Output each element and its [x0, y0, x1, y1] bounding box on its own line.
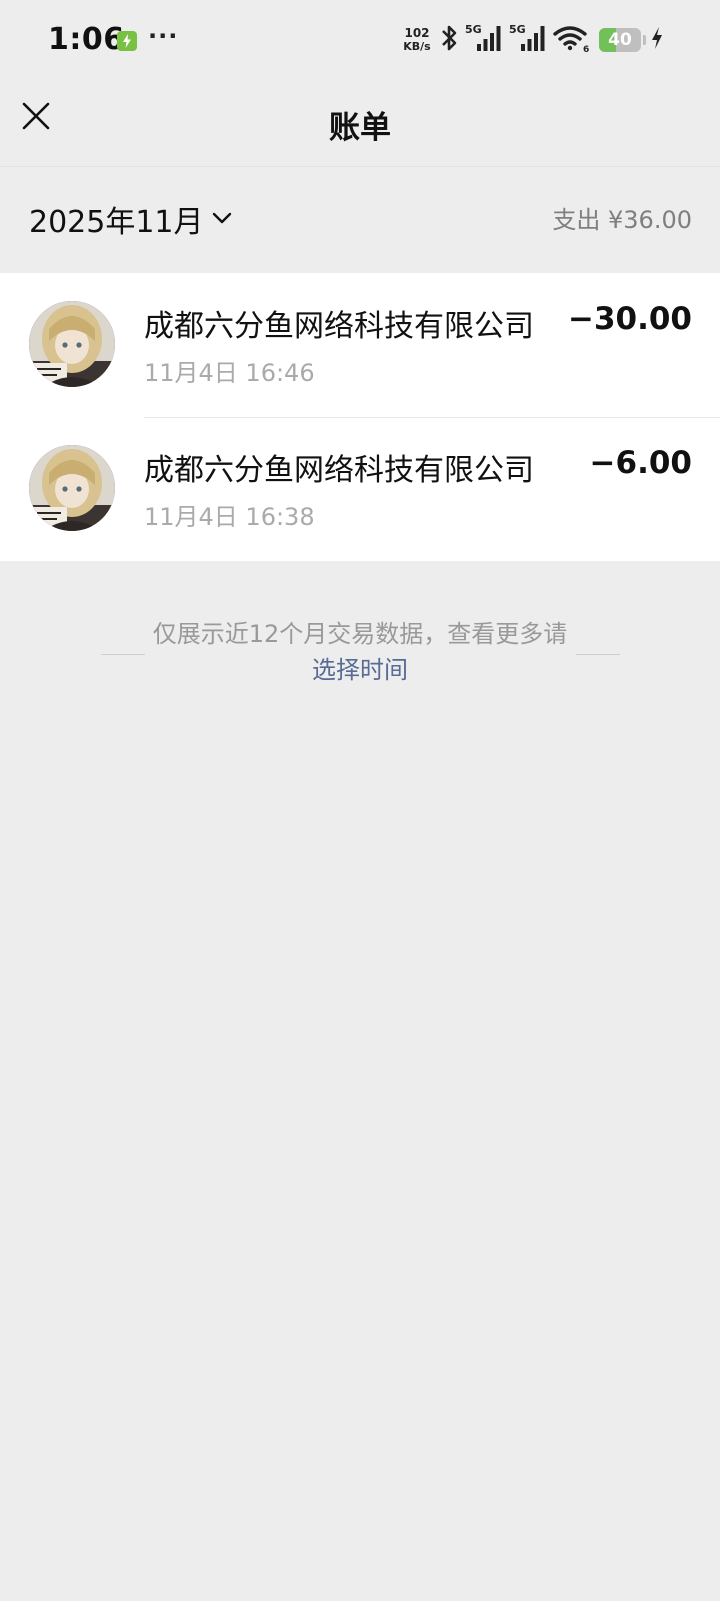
- transaction-amount: −30.00: [567, 301, 692, 337]
- wifi-icon: 6: [553, 23, 591, 57]
- signal-5g-label-1: 5G: [465, 23, 482, 36]
- transaction-amount: −6.00: [589, 445, 692, 481]
- charging-icon: [650, 25, 664, 55]
- app-notification-icon: [117, 31, 137, 51]
- select-time-link[interactable]: 选择时间: [312, 656, 408, 684]
- transaction-row[interactable]: 成都六分鱼网络科技有限公司 11月4日 16:46 −30.00: [0, 273, 720, 417]
- merchant-name: 成都六分鱼网络科技有限公司: [144, 309, 534, 344]
- chevron-down-icon: [212, 210, 232, 229]
- network-speed-unit: KB/s: [403, 40, 431, 53]
- signal-5g-icon: 5G: [465, 23, 505, 57]
- signal-5g-label-2: 5G: [509, 23, 526, 36]
- status-indicators: 102 KB/s 5G 5G 6 40: [401, 22, 664, 58]
- avatar: [29, 301, 115, 387]
- merchant-name: 成都六分鱼网络科技有限公司: [144, 453, 534, 488]
- network-speed-value: 102: [404, 26, 430, 40]
- battery-level: 40: [608, 30, 632, 50]
- title-bar: 账单: [0, 84, 720, 166]
- battery-cap: [643, 35, 646, 45]
- page-title: 账单: [329, 110, 391, 146]
- status-time: 1:06: [48, 22, 125, 57]
- divider-line-left: [101, 654, 145, 655]
- bluetooth-icon: [437, 23, 461, 57]
- divider-line-right: [576, 654, 620, 655]
- month-selector[interactable]: 2025年11月: [29, 197, 232, 241]
- transaction-list: 成都六分鱼网络科技有限公司 11月4日 16:46 −30.00 成都六分鱼网络…: [0, 273, 720, 561]
- signal-5g-icon: 5G: [509, 23, 549, 57]
- wifi-badge: 6: [583, 45, 589, 53]
- battery-icon: 40: [599, 28, 641, 52]
- transaction-row[interactable]: 成都六分鱼网络科技有限公司 11月4日 16:38 −6.00: [0, 417, 720, 561]
- month-label: 2025年11月: [29, 205, 204, 240]
- avatar: [29, 445, 115, 531]
- transaction-time: 11月4日 16:46: [144, 359, 315, 387]
- history-note-label: 仅展示近12个月交易数据，查看更多请: [152, 620, 568, 648]
- network-speed: 102 KB/s: [401, 26, 433, 54]
- status-bar: 1:06 ··· 102 KB/s 5G 5G 6 40: [0, 0, 720, 84]
- more-notifications-indicator: ···: [148, 22, 179, 50]
- month-filter-bar: 2025年11月 支出 ¥36.00: [0, 167, 720, 273]
- transaction-time: 11月4日 16:38: [144, 503, 315, 531]
- history-note-text: 仅展示近12个月交易数据，查看更多请选择时间: [152, 616, 568, 688]
- expense-summary: 支出 ¥36.00: [552, 206, 692, 234]
